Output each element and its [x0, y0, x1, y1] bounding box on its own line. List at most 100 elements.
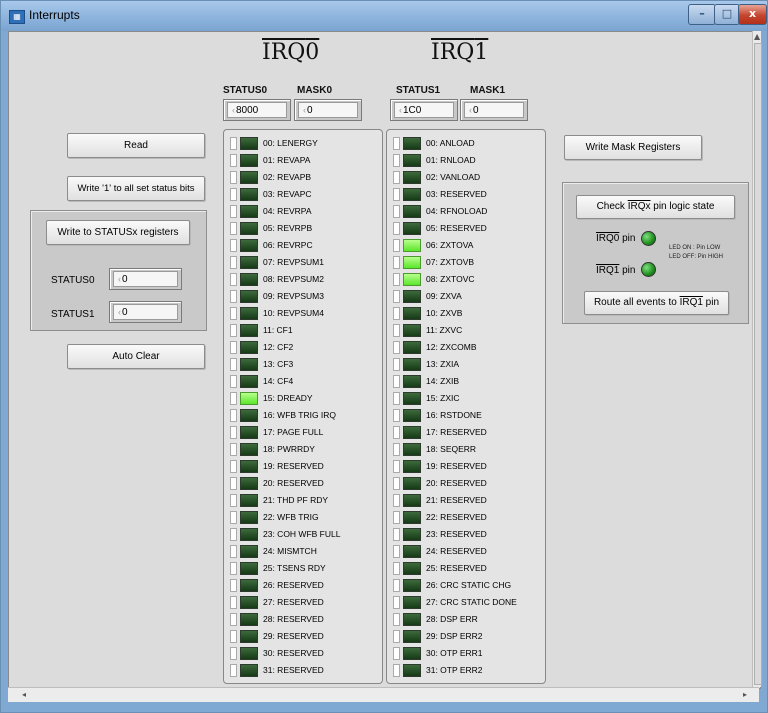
mask-checkbox[interactable]	[393, 562, 400, 576]
mask-checkbox[interactable]	[393, 375, 400, 389]
status0-field[interactable]: 8000	[223, 99, 291, 121]
read-button[interactable]: Read	[67, 133, 205, 158]
mask-checkbox[interactable]	[393, 188, 400, 202]
title-bar[interactable]: ▦ Interrupts – □ x	[1, 1, 767, 31]
mask-checkbox[interactable]	[393, 154, 400, 168]
status-bit-row: 29: DSP ERR2	[393, 628, 483, 644]
mask-checkbox[interactable]	[230, 341, 237, 355]
mask-checkbox[interactable]	[230, 375, 237, 389]
mask-checkbox[interactable]	[393, 613, 400, 627]
vertical-scroll-thumb[interactable]	[754, 43, 762, 685]
irq-pin-panel: Check IRQx pin logic state IRQ0 pin IRQ1…	[562, 182, 749, 324]
check-irq-pin-state-button[interactable]: Check IRQx pin logic state	[576, 195, 735, 219]
mask-checkbox[interactable]	[393, 171, 400, 185]
status-bit-label: 26: RESERVED	[263, 580, 324, 590]
scroll-left-arrow-icon[interactable]: ◂	[22, 690, 26, 699]
mask-checkbox[interactable]	[230, 630, 237, 644]
horizontal-scrollbar[interactable]: ◂ ▸	[8, 687, 759, 702]
mask-checkbox[interactable]	[393, 307, 400, 321]
mask-checkbox[interactable]	[230, 137, 237, 151]
mask-checkbox[interactable]	[393, 545, 400, 559]
mask-checkbox[interactable]	[393, 205, 400, 219]
mask-checkbox[interactable]	[393, 239, 400, 253]
mask-checkbox[interactable]	[393, 664, 400, 678]
mask-checkbox[interactable]	[393, 596, 400, 610]
route-events-button[interactable]: Route all events to IRQ1 pin	[584, 291, 729, 315]
mask-checkbox[interactable]	[393, 324, 400, 338]
mask-checkbox[interactable]	[393, 477, 400, 491]
mask1-field[interactable]: 0	[460, 99, 528, 121]
status-led-icon	[240, 562, 258, 576]
mask-checkbox[interactable]	[230, 392, 237, 406]
mask-checkbox[interactable]	[230, 222, 237, 236]
mask-checkbox[interactable]	[230, 477, 237, 491]
mask-checkbox[interactable]	[230, 511, 237, 525]
write-mask-registers-button[interactable]: Write Mask Registers	[564, 135, 702, 160]
mask-checkbox[interactable]	[393, 341, 400, 355]
status-bit-label: 23: RESERVED	[426, 529, 487, 539]
status-bit-row: 20: RESERVED	[393, 475, 487, 491]
mask-checkbox[interactable]	[230, 562, 237, 576]
mask-checkbox[interactable]	[230, 273, 237, 287]
status-bit-row: 31: RESERVED	[230, 662, 324, 678]
write-one-to-status-button[interactable]: Write '1' to all set status bits	[67, 176, 205, 201]
mask-checkbox[interactable]	[393, 630, 400, 644]
mask-checkbox[interactable]	[230, 613, 237, 627]
status-bit-row: 21: RESERVED	[393, 492, 487, 508]
mask-checkbox[interactable]	[393, 290, 400, 304]
mask-checkbox[interactable]	[230, 494, 237, 508]
mask-checkbox[interactable]	[230, 545, 237, 559]
mask-checkbox[interactable]	[393, 358, 400, 372]
mask-checkbox[interactable]	[393, 273, 400, 287]
status1-field[interactable]: 1C0	[390, 99, 458, 121]
mask-checkbox[interactable]	[393, 460, 400, 474]
mask-checkbox[interactable]	[393, 426, 400, 440]
mask-checkbox[interactable]	[393, 137, 400, 151]
mask-checkbox[interactable]	[230, 205, 237, 219]
mask-checkbox[interactable]	[230, 647, 237, 661]
mask-checkbox[interactable]	[393, 256, 400, 270]
minimize-button[interactable]: –	[688, 4, 716, 25]
auto-clear-button[interactable]: Auto Clear	[67, 344, 205, 369]
mask-checkbox[interactable]	[230, 239, 237, 253]
mask-checkbox[interactable]	[230, 290, 237, 304]
mask-checkbox[interactable]	[393, 647, 400, 661]
write-status-registers-button[interactable]: Write to STATUSx registers	[46, 220, 190, 245]
status-bit-label: 22: WFB TRIG	[263, 512, 319, 522]
mask-checkbox[interactable]	[393, 494, 400, 508]
mask-checkbox[interactable]	[393, 222, 400, 236]
mask-checkbox[interactable]	[393, 511, 400, 525]
mask-checkbox[interactable]	[393, 528, 400, 542]
status-led-icon	[403, 137, 421, 151]
mask-checkbox[interactable]	[230, 443, 237, 457]
mask-checkbox[interactable]	[230, 307, 237, 321]
mask-checkbox[interactable]	[393, 443, 400, 457]
scroll-right-arrow-icon[interactable]: ▸	[743, 690, 747, 699]
mask-checkbox[interactable]	[230, 154, 237, 168]
status-bit-row: 07: REVPSUM1	[230, 254, 324, 270]
mask-checkbox[interactable]	[393, 409, 400, 423]
close-button[interactable]: x	[738, 4, 767, 25]
status1-input[interactable]: 0	[109, 301, 182, 323]
mask-checkbox[interactable]	[230, 256, 237, 270]
mask-checkbox[interactable]	[230, 171, 237, 185]
mask0-field[interactable]: 0	[294, 99, 362, 121]
scroll-up-arrow-icon[interactable]: ▲	[754, 32, 760, 41]
mask-checkbox[interactable]	[230, 409, 237, 423]
irq1-pin-label: IRQ1 pin	[596, 265, 636, 276]
mask-checkbox[interactable]	[230, 426, 237, 440]
mask-checkbox[interactable]	[230, 664, 237, 678]
maximize-button[interactable]: □	[714, 4, 740, 25]
status0-input[interactable]: 0	[109, 268, 182, 290]
mask-checkbox[interactable]	[230, 188, 237, 202]
mask-checkbox[interactable]	[230, 579, 237, 593]
vertical-scrollbar[interactable]: ▲	[752, 31, 762, 687]
mask-checkbox[interactable]	[393, 392, 400, 406]
status-bit-label: 20: RESERVED	[263, 478, 324, 488]
mask-checkbox[interactable]	[230, 596, 237, 610]
mask-checkbox[interactable]	[230, 528, 237, 542]
mask-checkbox[interactable]	[230, 460, 237, 474]
mask-checkbox[interactable]	[393, 579, 400, 593]
mask-checkbox[interactable]	[230, 358, 237, 372]
mask-checkbox[interactable]	[230, 324, 237, 338]
